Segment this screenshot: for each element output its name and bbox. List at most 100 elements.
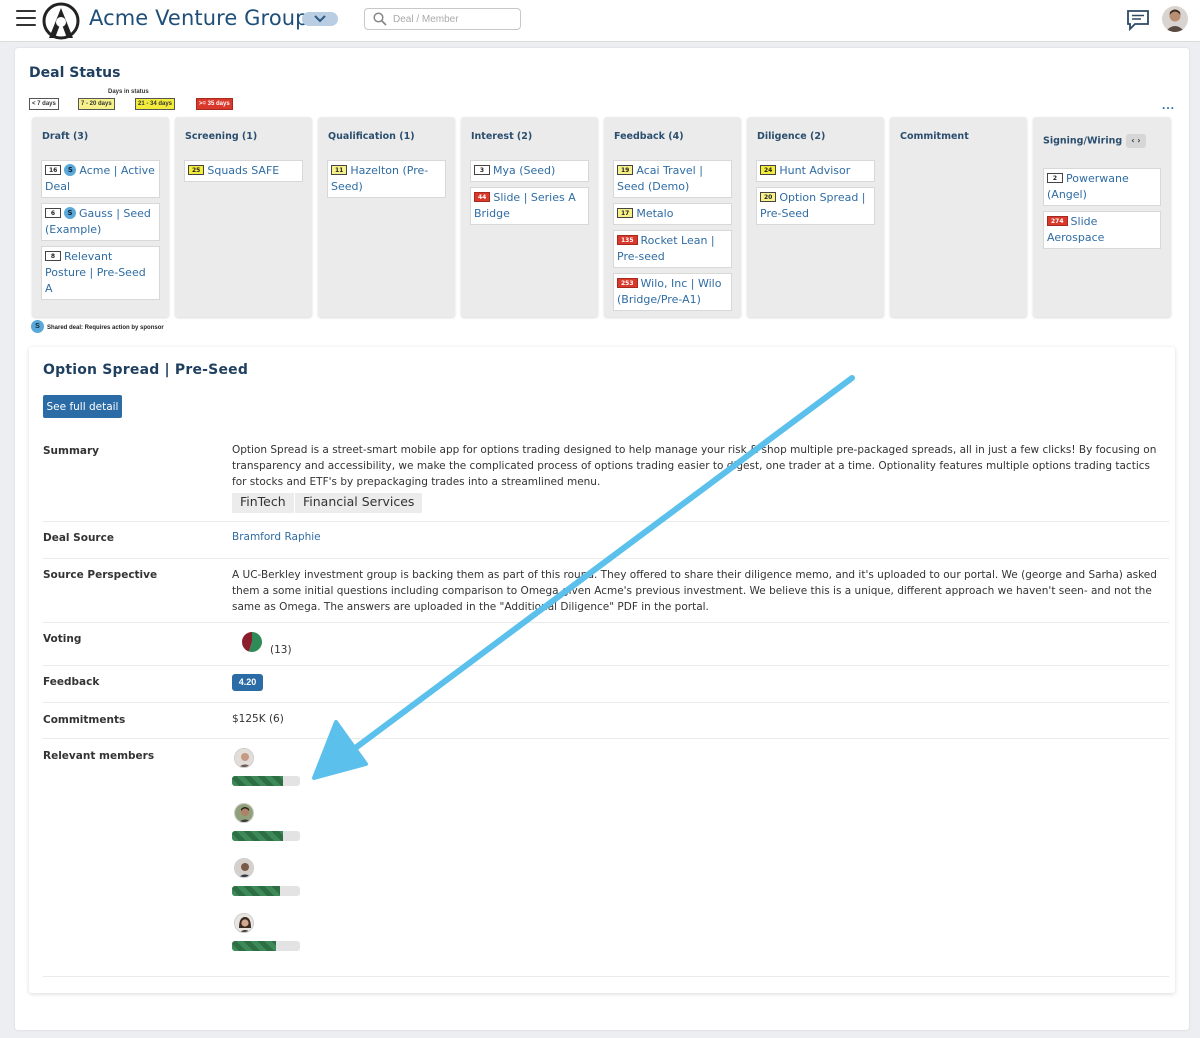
days-badge: 16: [45, 165, 62, 175]
column-screening: Screening (1) 25 Squads SAFE: [175, 117, 312, 317]
column-qualification: Qualification (1) 11 Hazelton (Pre-Seed): [318, 117, 455, 317]
search-box[interactable]: [364, 8, 521, 30]
days-badge: 135: [617, 235, 638, 245]
deal-card[interactable]: 25 Squads SAFE: [184, 160, 303, 182]
messages-icon[interactable]: [1126, 9, 1150, 31]
voting-count: (13): [270, 644, 292, 656]
member-avatar[interactable]: [234, 913, 254, 933]
column-title: Signing/Wiring ‹ ›: [1043, 134, 1146, 148]
member-engagement-fill: [232, 776, 283, 786]
summary-text: Option Spread is a street-smart mobile a…: [232, 444, 1157, 488]
column-scroll-nav-button[interactable]: ‹ ›: [1126, 134, 1146, 148]
deal-card[interactable]: 24 Hunt Advisor: [756, 160, 875, 182]
column-commitment: Commitment: [890, 117, 1027, 317]
search-input[interactable]: [393, 11, 517, 27]
column-title: Screening (1): [185, 131, 258, 142]
shared-deal-note-text: Shared deal: Requires action by sponsor: [47, 325, 164, 332]
days-badge: 253: [617, 278, 638, 288]
days-badge: 17: [617, 208, 634, 218]
days-badge: 11: [331, 165, 348, 175]
deal-name: Squads SAFE: [207, 164, 280, 177]
deal-card[interactable]: 8 Relevant Posture | Pre-Seed A: [41, 246, 160, 300]
column-signing-wiring: Signing/Wiring ‹ › 2 Powerwane (Angel) 274…: [1033, 117, 1171, 317]
member-avatar[interactable]: [234, 858, 254, 878]
tag-fintech[interactable]: FinTech: [232, 493, 294, 513]
relevant-members-label: Relevant members: [43, 750, 155, 762]
divider: [43, 622, 1169, 623]
column-title: Draft (3): [42, 131, 89, 142]
voting-pie-chart[interactable]: [241, 631, 263, 653]
days-badge: 25: [188, 165, 205, 175]
feedback-label: Feedback: [43, 676, 100, 688]
shared-deal-note: S Shared deal: Requires action by sponsor: [31, 320, 164, 334]
deal-card[interactable]: 253 Wilo, Inc | Wilo (Bridge/Pre-A1): [613, 273, 732, 311]
legend-under-7-days: < 7 days: [29, 98, 59, 110]
deal-detail-title: Option Spread | Pre-Seed: [43, 362, 249, 378]
column-title: Feedback (4): [614, 131, 684, 142]
divider: [43, 738, 1169, 739]
legend-title: Days in status: [108, 89, 149, 95]
deal-card[interactable]: 17 Metalo: [613, 203, 732, 225]
commitments-value: $125K (6): [232, 713, 284, 725]
see-full-detail-button[interactable]: See full detail: [43, 395, 122, 418]
days-badge: 8: [45, 251, 61, 261]
summary-label: Summary: [43, 445, 100, 457]
deal-card[interactable]: 6 S Gauss | Seed (Example): [41, 203, 160, 241]
column-title: Commitment: [900, 131, 969, 142]
column-diligence: Diligence (2) 24 Hunt Advisor 20 Option Sp…: [747, 117, 884, 317]
deal-card[interactable]: 11 Hazelton (Pre-Seed): [327, 160, 446, 198]
feedback-score-badge: 4.20: [232, 674, 263, 691]
deal-card[interactable]: 2 Powerwane (Angel): [1043, 168, 1161, 206]
more-options-icon[interactable]: ...: [1162, 98, 1175, 112]
deal-source-link[interactable]: Bramford Raphie: [232, 529, 321, 545]
brand-dropdown[interactable]: [302, 12, 338, 26]
member-engagement-bar: [232, 886, 300, 896]
legend-35-plus-days: >= 35 days: [196, 98, 233, 110]
deal-card[interactable]: 135 Rocket Lean | Pre-seed: [613, 230, 732, 268]
column-draft: Draft (3) 16 S Acme | Active Deal 6 S Gauss …: [32, 117, 169, 317]
days-badge: 19: [617, 165, 634, 175]
days-badge: 44: [474, 192, 491, 202]
days-badge: 24: [760, 165, 777, 175]
member-engagement-bar: [232, 941, 300, 951]
brand-logo[interactable]: [42, 2, 80, 40]
column-title: Qualification (1): [328, 131, 415, 142]
column-feedback: Feedback (4) 19 Acai Travel | Seed (Demo)…: [604, 117, 741, 317]
chevron-down-icon: [314, 15, 326, 23]
deal-card[interactable]: 16 S Acme | Active Deal: [41, 160, 160, 198]
tag-financial-services[interactable]: Financial Services: [295, 493, 423, 513]
user-avatar[interactable]: [1162, 6, 1188, 32]
voting-label: Voting: [43, 633, 82, 645]
divider: [43, 521, 1169, 522]
days-badge: 2: [1047, 173, 1063, 183]
deal-card[interactable]: 44 Slide | Series A Bridge: [470, 187, 589, 225]
column-title: Diligence (2): [757, 131, 826, 142]
member-engagement-fill: [232, 941, 277, 951]
menu-icon[interactable]: [16, 10, 36, 28]
source-perspective-text: A UC-Berkley investment group is backing…: [232, 569, 1157, 613]
legend-21-34-days: 21 - 34 days: [135, 98, 176, 110]
commitments-label: Commitments: [43, 714, 126, 726]
divider: [43, 665, 1169, 666]
member-engagement-fill: [232, 886, 280, 896]
member-engagement-fill: [232, 831, 283, 841]
deal-card[interactable]: 3 Mya (Seed): [470, 160, 589, 182]
divider: [43, 702, 1169, 703]
shared-deal-icon: S: [64, 207, 76, 219]
column-title-text: Signing/Wiring: [1043, 135, 1123, 147]
member-avatar[interactable]: [234, 803, 254, 823]
deal-card[interactable]: 20 Option Spread | Pre-Seed: [756, 187, 875, 225]
member-engagement-bar: [232, 831, 300, 841]
days-badge: 3: [474, 165, 490, 175]
column-interest: Interest (2) 3 Mya (Seed) 44 Slide | Serie…: [461, 117, 598, 317]
search-icon: [373, 12, 387, 26]
deal-card[interactable]: 19 Acai Travel | Seed (Demo): [613, 160, 732, 198]
deal-name: Acme | Active Deal: [45, 164, 155, 193]
legend-7-20-days: 7 - 20 days: [78, 98, 115, 110]
deal-name: Mya (Seed): [493, 164, 556, 177]
divider: [43, 976, 1169, 977]
member-avatar[interactable]: [234, 748, 254, 768]
days-badge: 6: [45, 208, 61, 218]
source-perspective-label: Source Perspective: [43, 569, 158, 581]
deal-card[interactable]: 274 Slide Aerospace: [1043, 211, 1161, 249]
